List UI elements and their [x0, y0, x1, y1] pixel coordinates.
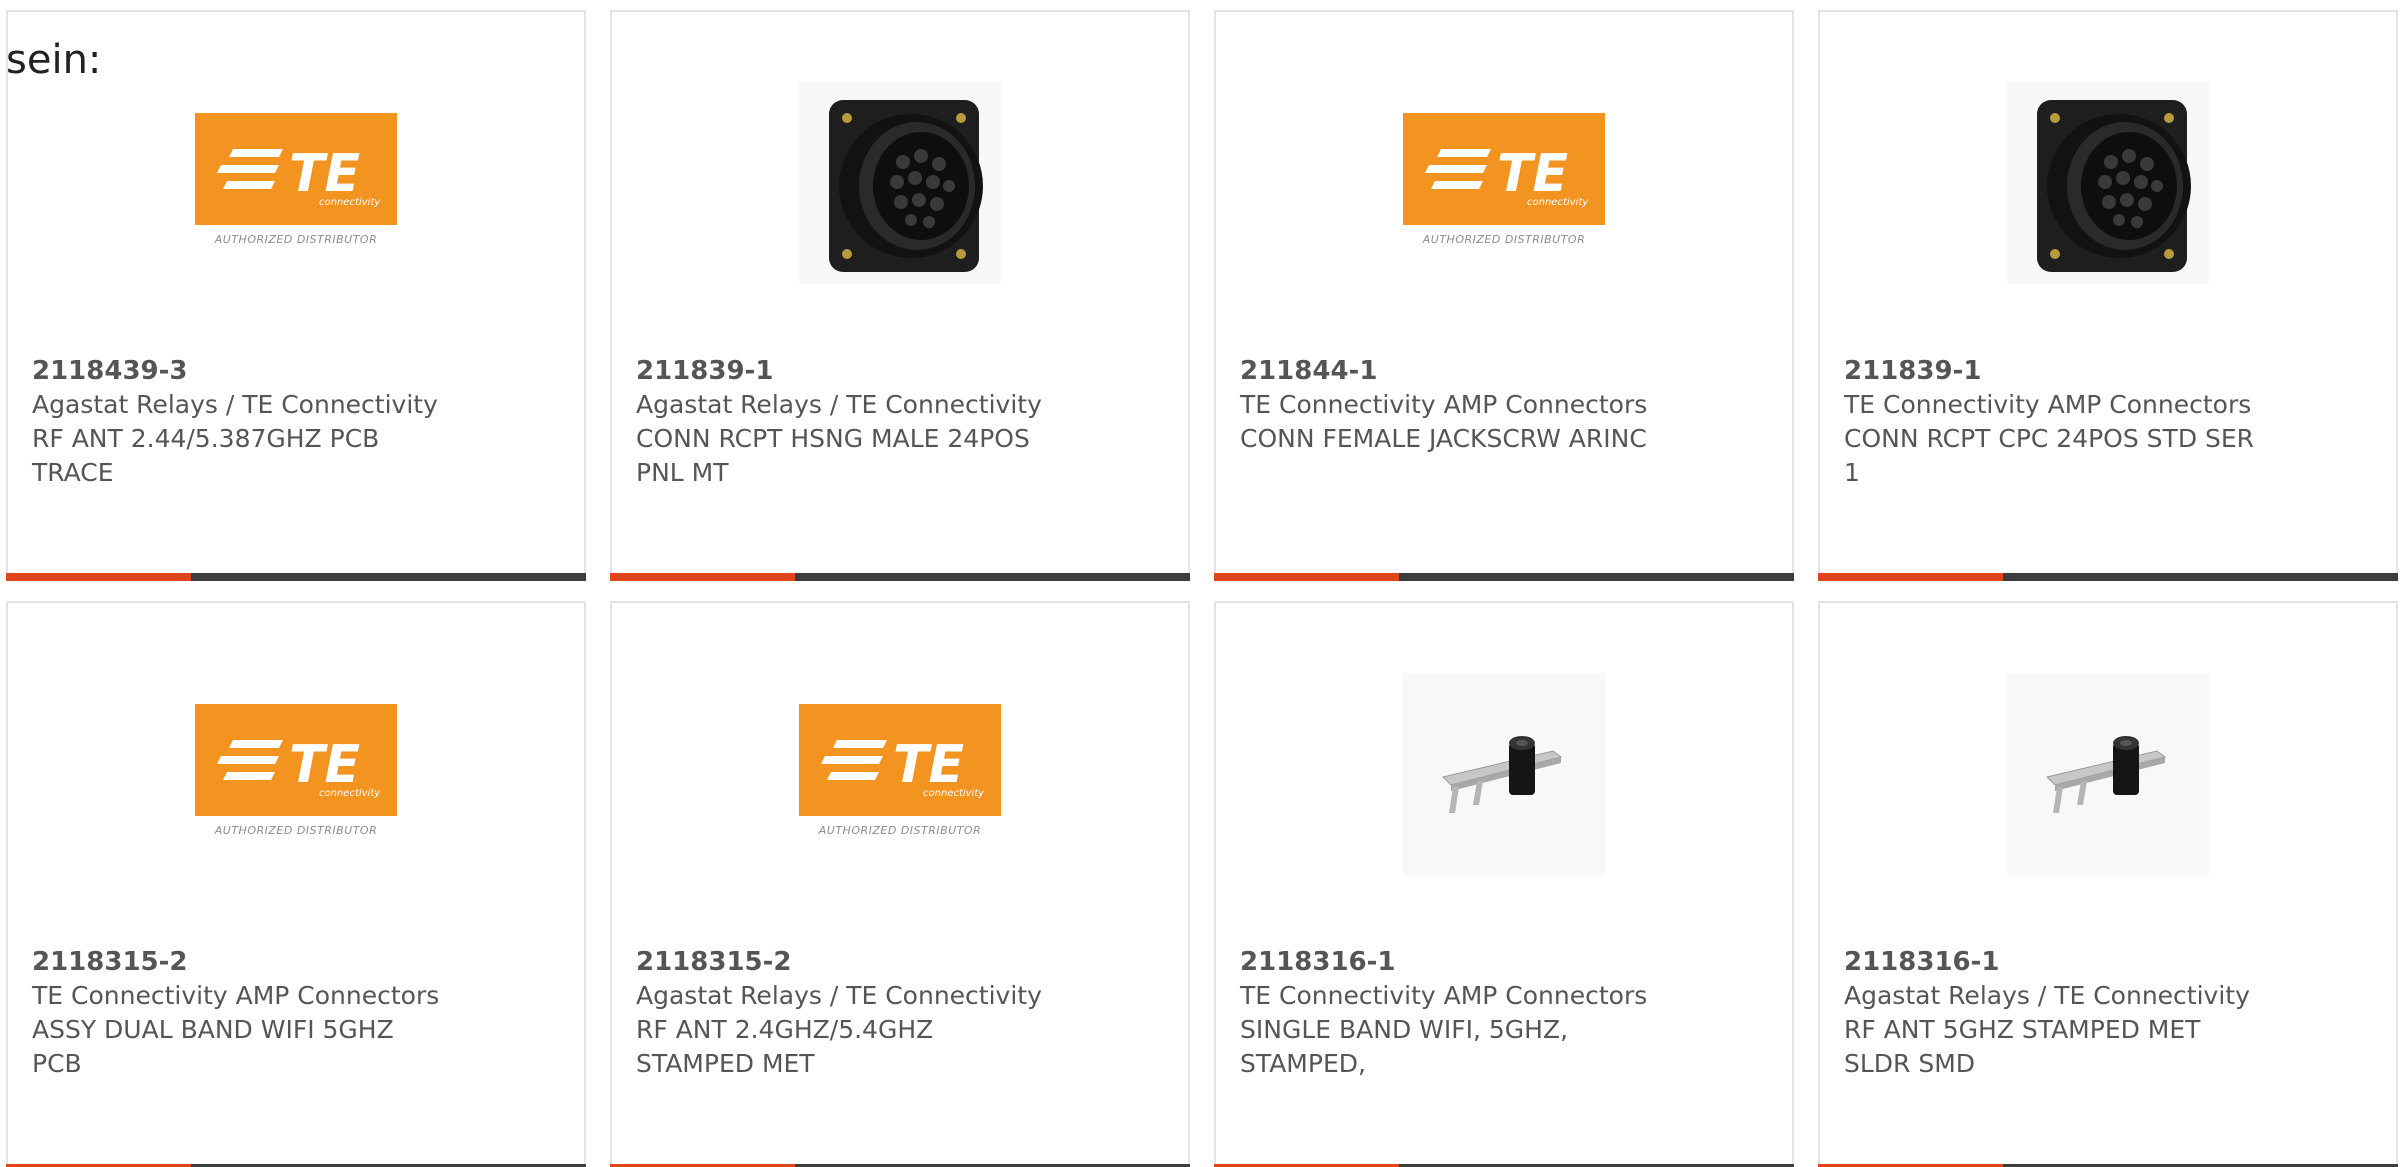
part-number[interactable]: 2118315-2 [32, 945, 188, 979]
te-logo-tagline: AUTHORIZED DISTRIBUTOR [818, 824, 982, 837]
manufacturer-name: TE Connectivity AMP Connectors [1240, 390, 1648, 419]
product-details: Agastat Relays / TE Connectivity RF ANT … [1844, 979, 2284, 1081]
te-authorized-distributor-logo: TE connectivity AUTHORIZED DISTRIBUTOR [195, 113, 397, 253]
te-logo-icon: TE connectivity [1425, 144, 1589, 208]
product-card-8[interactable]: 2118316-1 Agastat Relays / TE Connectivi… [1818, 601, 2398, 1167]
manufacturer-name: TE Connectivity AMP Connectors [32, 981, 440, 1010]
product-card-5[interactable]: TE connectivity AUTHORIZED DISTRIBUTOR 2… [6, 601, 586, 1167]
svg-text:TE: TE [893, 735, 964, 795]
svg-text:connectivity: connectivity [1527, 197, 1589, 208]
product-description: CONN RCPT HSNG MALE 24POS PNL MT [636, 424, 1030, 487]
te-logo-icon: TE connectivity [821, 735, 985, 799]
product-description: ASSY DUAL BAND WIFI 5GHZ PCB [32, 1015, 394, 1078]
product-grid-page: sein: TE connectivity AUTHORIZED DISTRIB… [0, 0, 2400, 1167]
product-details: Agastat Relays / TE Connectivity CONN RC… [636, 388, 1076, 490]
product-card-2[interactable]: 211839-1 Agastat Relays / TE Connectivit… [610, 10, 1190, 581]
card-accent-bar [610, 573, 1190, 581]
product-image[interactable] [799, 82, 1001, 284]
product-image[interactable]: TE connectivity AUTHORIZED DISTRIBUTOR [1403, 82, 1605, 284]
product-details: TE Connectivity AMP Connectors CONN RCPT… [1844, 388, 2284, 490]
svg-text:connectivity: connectivity [319, 788, 381, 799]
te-logo-tagline: AUTHORIZED DISTRIBUTOR [214, 233, 378, 246]
te-logo-icon: TE connectivity [217, 144, 381, 208]
product-description: CONN RCPT CPC 24POS STD SER 1 [1844, 424, 2255, 487]
product-image[interactable]: TE connectivity AUTHORIZED DISTRIBUTOR [195, 82, 397, 284]
te-authorized-distributor-logo: TE connectivity AUTHORIZED DISTRIBUTOR [799, 704, 1001, 844]
manufacturer-name: Agastat Relays / TE Connectivity [636, 981, 1042, 1010]
te-logo-tagline: AUTHORIZED DISTRIBUTOR [214, 824, 378, 837]
part-number[interactable]: 2118315-2 [636, 945, 792, 979]
product-description: RF ANT 5GHZ STAMPED MET SLDR SMD [1844, 1015, 2201, 1078]
card-accent-segment [1214, 573, 1399, 581]
card-accent-segment [610, 573, 795, 581]
product-details: TE Connectivity AMP Connectors ASSY DUAL… [32, 979, 472, 1081]
te-authorized-distributor-logo: TE connectivity AUTHORIZED DISTRIBUTOR [195, 704, 397, 844]
te-logo-tagline: AUTHORIZED DISTRIBUTOR [1422, 233, 1586, 246]
product-image[interactable] [1403, 673, 1605, 875]
product-image[interactable] [2007, 82, 2209, 284]
manufacturer-name: Agastat Relays / TE Connectivity [636, 390, 1042, 419]
product-details: Agastat Relays / TE Connectivity RF ANT … [32, 388, 472, 490]
te-logo-box: TE connectivity [1403, 113, 1605, 225]
te-logo-box: TE connectivity [195, 704, 397, 816]
product-details: Agastat Relays / TE Connectivity RF ANT … [636, 979, 1076, 1081]
intro-text: sein: [6, 37, 102, 83]
part-number[interactable]: 211844-1 [1240, 354, 1377, 388]
product-image[interactable] [2007, 673, 2209, 875]
manufacturer-name: TE Connectivity AMP Connectors [1844, 390, 2252, 419]
svg-text:connectivity: connectivity [923, 788, 985, 799]
product-description: RF ANT 2.4GHZ/5.4GHZ STAMPED MET [636, 1015, 934, 1078]
part-number[interactable]: 2118316-1 [1240, 945, 1396, 979]
product-details: TE Connectivity AMP Connectors CONN FEMA… [1240, 388, 1680, 456]
product-image[interactable]: TE connectivity AUTHORIZED DISTRIBUTOR [195, 673, 397, 875]
part-number[interactable]: 211839-1 [1844, 354, 1981, 388]
svg-text:TE: TE [1497, 144, 1568, 204]
product-card-6[interactable]: TE connectivity AUTHORIZED DISTRIBUTOR 2… [610, 601, 1190, 1167]
product-description: CONN FEMALE JACKSCRW ARINC [1240, 424, 1647, 453]
product-card-1[interactable]: TE connectivity AUTHORIZED DISTRIBUTOR 2… [6, 10, 586, 581]
product-card-7[interactable]: 2118316-1 TE Connectivity AMP Connectors… [1214, 601, 1794, 1167]
part-number[interactable]: 2118316-1 [1844, 945, 2000, 979]
product-grid: TE connectivity AUTHORIZED DISTRIBUTOR 2… [6, 10, 2400, 1167]
stamped-antenna-image [1403, 673, 1605, 875]
circular-connector-image [799, 82, 1001, 284]
part-number[interactable]: 211839-1 [636, 354, 773, 388]
part-number[interactable]: 2118439-3 [32, 354, 188, 388]
product-card-4[interactable]: 211839-1 TE Connectivity AMP Connectors … [1818, 10, 2398, 581]
te-logo-box: TE connectivity [195, 113, 397, 225]
card-accent-segment [1818, 573, 2003, 581]
card-accent-bar [1214, 573, 1794, 581]
circular-connector-image [2007, 82, 2209, 284]
product-description: RF ANT 2.44/5.387GHZ PCB TRACE [32, 424, 380, 487]
manufacturer-name: Agastat Relays / TE Connectivity [32, 390, 438, 419]
svg-text:TE: TE [289, 144, 360, 204]
manufacturer-name: TE Connectivity AMP Connectors [1240, 981, 1648, 1010]
product-image[interactable]: TE connectivity AUTHORIZED DISTRIBUTOR [799, 673, 1001, 875]
te-logo-box: TE connectivity [799, 704, 1001, 816]
product-details: TE Connectivity AMP Connectors SINGLE BA… [1240, 979, 1680, 1081]
te-authorized-distributor-logo: TE connectivity AUTHORIZED DISTRIBUTOR [1403, 113, 1605, 253]
card-accent-bar [1818, 573, 2398, 581]
te-logo-icon: TE connectivity [217, 735, 381, 799]
svg-text:TE: TE [289, 735, 360, 795]
svg-text:connectivity: connectivity [319, 197, 381, 208]
manufacturer-name: Agastat Relays / TE Connectivity [1844, 981, 2250, 1010]
card-accent-segment [6, 573, 191, 581]
product-card-3[interactable]: TE connectivity AUTHORIZED DISTRIBUTOR 2… [1214, 10, 1794, 581]
card-accent-bar [6, 573, 586, 581]
product-description: SINGLE BAND WIFI, 5GHZ, STAMPED, [1240, 1015, 1569, 1078]
stamped-antenna-image [2007, 673, 2209, 875]
